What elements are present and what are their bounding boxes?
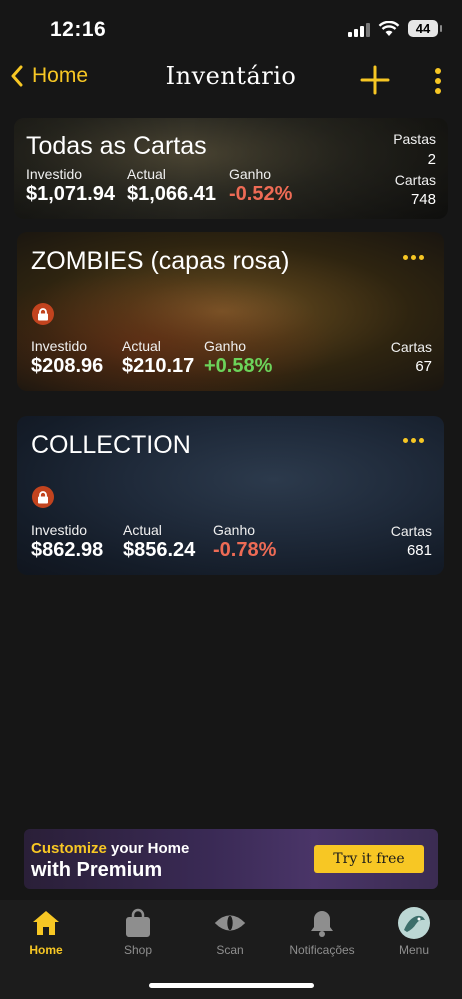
banner-line1: your Home xyxy=(106,840,190,857)
plus-icon[interactable] xyxy=(359,64,391,96)
invested-value: $1,071.94 xyxy=(26,183,115,205)
home-icon xyxy=(29,906,63,940)
invested-label: Investido xyxy=(31,338,88,354)
banner-line2: with Premium xyxy=(31,859,163,881)
gain-value: +0.58% xyxy=(204,355,273,377)
tab-label: Notificações xyxy=(289,943,355,957)
more-horizontal-icon[interactable] xyxy=(403,438,424,443)
invested-label: Investido xyxy=(31,522,88,538)
current-label: Actual xyxy=(127,166,166,182)
current-label: Actual xyxy=(123,522,162,538)
current-label: Actual xyxy=(122,338,161,354)
tab-notifications[interactable]: Notificações xyxy=(276,906,368,957)
cellular-signal-icon xyxy=(348,21,370,37)
cards-count: 67 xyxy=(415,358,432,375)
invested-value: $208.96 xyxy=(31,355,104,377)
tab-label: Shop xyxy=(123,943,153,957)
lock-icon xyxy=(32,486,54,508)
folders-label: Pastas xyxy=(393,131,436,147)
banner-highlight: Customize xyxy=(31,840,107,857)
tab-scan[interactable]: Scan xyxy=(184,906,276,957)
banner-headline: Customize your Home xyxy=(31,840,189,857)
tab-menu[interactable]: Menu xyxy=(368,906,460,957)
eye-icon xyxy=(213,906,247,940)
shopping-bag-icon xyxy=(121,906,155,940)
gain-value: -0.78% xyxy=(213,539,277,561)
avatar-icon xyxy=(397,906,431,940)
home-indicator xyxy=(149,983,314,988)
bell-icon xyxy=(305,906,339,940)
binder-card-zombies[interactable]: ZOMBIES (capas rosa) Investido $208.96 A… xyxy=(17,232,444,391)
cards-count: 681 xyxy=(406,542,432,559)
gain-label: Ganho xyxy=(213,522,256,538)
cards-label: Cartas xyxy=(394,172,436,188)
tab-shop[interactable]: Shop xyxy=(92,906,184,957)
tab-label: Scan xyxy=(216,943,244,957)
card-title: ZOMBIES (capas rosa) xyxy=(31,247,290,275)
lock-icon xyxy=(32,303,54,325)
gain-value: -0.52% xyxy=(229,183,293,205)
cards-count: 748 xyxy=(410,191,436,208)
cards-label: Cartas xyxy=(390,339,432,355)
status-time: 12:16 xyxy=(50,18,107,41)
try-free-button[interactable]: Try it free xyxy=(314,845,424,873)
tab-label: Menu xyxy=(398,943,430,957)
tab-home[interactable]: Home xyxy=(0,906,92,957)
invested-label: Investido xyxy=(26,166,83,182)
wifi-icon xyxy=(378,20,400,36)
premium-banner[interactable]: Customize your Home with Premium Try it … xyxy=(24,829,438,889)
more-horizontal-icon[interactable] xyxy=(403,255,424,260)
tab-label: Home xyxy=(29,943,63,957)
card-title: COLLECTION xyxy=(31,431,191,459)
cards-label: Cartas xyxy=(390,523,432,539)
current-value: $1,066.41 xyxy=(127,183,216,205)
page-title: Inventário xyxy=(165,62,297,90)
gain-label: Ganho xyxy=(229,166,272,182)
binder-card-collection[interactable]: COLLECTION Investido $862.98 Actual $856… xyxy=(17,416,444,575)
gain-label: Ganho xyxy=(204,338,247,354)
status-indicators: 44 xyxy=(348,20,442,37)
current-value: $210.17 xyxy=(122,355,195,377)
all-cards-card[interactable]: Todas as Cartas Investido $1,071.94 Actu… xyxy=(14,118,448,219)
more-vertical-icon[interactable] xyxy=(430,67,446,97)
current-value: $856.24 xyxy=(123,539,196,561)
card-title: Todas as Cartas xyxy=(26,132,207,160)
battery-icon: 44 xyxy=(408,20,442,37)
invested-value: $862.98 xyxy=(31,539,104,561)
folders-count: 2 xyxy=(427,151,436,168)
